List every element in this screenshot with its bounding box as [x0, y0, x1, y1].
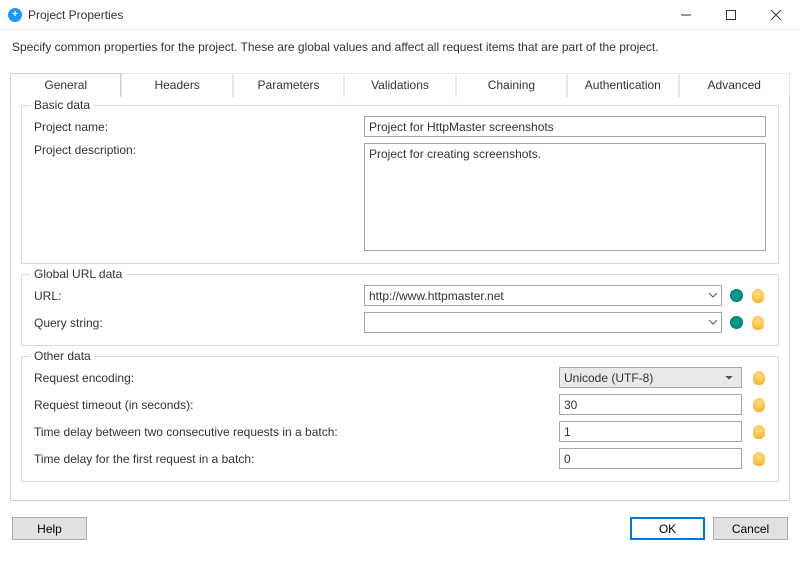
label-query-string: Query string: [34, 316, 364, 330]
label-project-name: Project name: [34, 120, 364, 134]
query-string-hint-button[interactable] [750, 315, 766, 331]
project-description-textarea[interactable] [364, 143, 766, 251]
tab-headers[interactable]: Headers [121, 73, 232, 97]
url-dropdown-icon[interactable] [705, 286, 721, 305]
first-delay-hint-button[interactable] [752, 451, 766, 467]
tabs: General Headers Parameters Validations C… [10, 73, 790, 97]
first-delay-input[interactable] [559, 448, 742, 469]
maximize-button[interactable] [708, 0, 753, 30]
request-encoding-select[interactable]: Unicode (UTF-8) [559, 367, 742, 388]
circle-teal-icon [730, 316, 743, 329]
app-icon: + [8, 8, 22, 22]
legend-global-url: Global URL data [30, 267, 126, 281]
url-hint-button[interactable] [750, 288, 766, 304]
encoding-hint-button[interactable] [752, 370, 766, 386]
label-project-description: Project description: [34, 143, 364, 157]
request-timeout-input[interactable] [559, 394, 742, 415]
fieldset-basic-data: Basic data Project name: Project descrip… [21, 105, 779, 264]
batch-delay-hint-button[interactable] [752, 424, 766, 440]
project-name-input[interactable] [364, 116, 766, 137]
bulb-icon [752, 316, 764, 330]
tab-authentication[interactable]: Authentication [567, 73, 678, 97]
minimize-button[interactable] [663, 0, 708, 30]
fieldset-other-data: Other data Request encoding: Unicode (UT… [21, 356, 779, 482]
circle-teal-icon [730, 289, 743, 302]
label-request-timeout: Request timeout (in seconds): [34, 398, 559, 412]
bulb-icon [753, 398, 765, 412]
tab-chaining[interactable]: Chaining [456, 73, 567, 97]
timeout-hint-button[interactable] [752, 397, 766, 413]
cancel-button[interactable]: Cancel [713, 517, 788, 540]
label-request-encoding: Request encoding: [34, 371, 559, 385]
label-url: URL: [34, 289, 364, 303]
label-first-delay: Time delay for the first request in a ba… [34, 452, 559, 466]
query-string-dropdown-icon[interactable] [705, 313, 721, 332]
tab-validations[interactable]: Validations [344, 73, 455, 97]
url-manage-button[interactable] [728, 288, 744, 304]
url-input[interactable] [364, 285, 722, 306]
window-title: Project Properties [28, 8, 123, 22]
tab-content-general: Basic data Project name: Project descrip… [10, 96, 790, 501]
label-batch-delay: Time delay between two consecutive reque… [34, 425, 559, 439]
legend-other-data: Other data [30, 349, 95, 363]
bulb-icon [753, 425, 765, 439]
query-string-manage-button[interactable] [728, 315, 744, 331]
tab-advanced[interactable]: Advanced [679, 73, 790, 97]
tab-general[interactable]: General [10, 73, 121, 97]
bulb-icon [753, 452, 765, 466]
fieldset-global-url-data: Global URL data URL: Query string: [21, 274, 779, 346]
instruction-text: Specify common properties for the projec… [0, 30, 800, 72]
batch-delay-input[interactable] [559, 421, 742, 442]
titlebar: + Project Properties [0, 0, 800, 30]
legend-basic-data: Basic data [30, 98, 94, 112]
query-string-input[interactable] [364, 312, 722, 333]
help-button[interactable]: Help [12, 517, 87, 540]
dialog-buttons: Help OK Cancel [0, 511, 800, 550]
bulb-icon [753, 371, 765, 385]
tab-parameters[interactable]: Parameters [233, 73, 344, 97]
bulb-icon [752, 289, 764, 303]
close-button[interactable] [753, 0, 798, 30]
ok-button[interactable]: OK [630, 517, 705, 540]
